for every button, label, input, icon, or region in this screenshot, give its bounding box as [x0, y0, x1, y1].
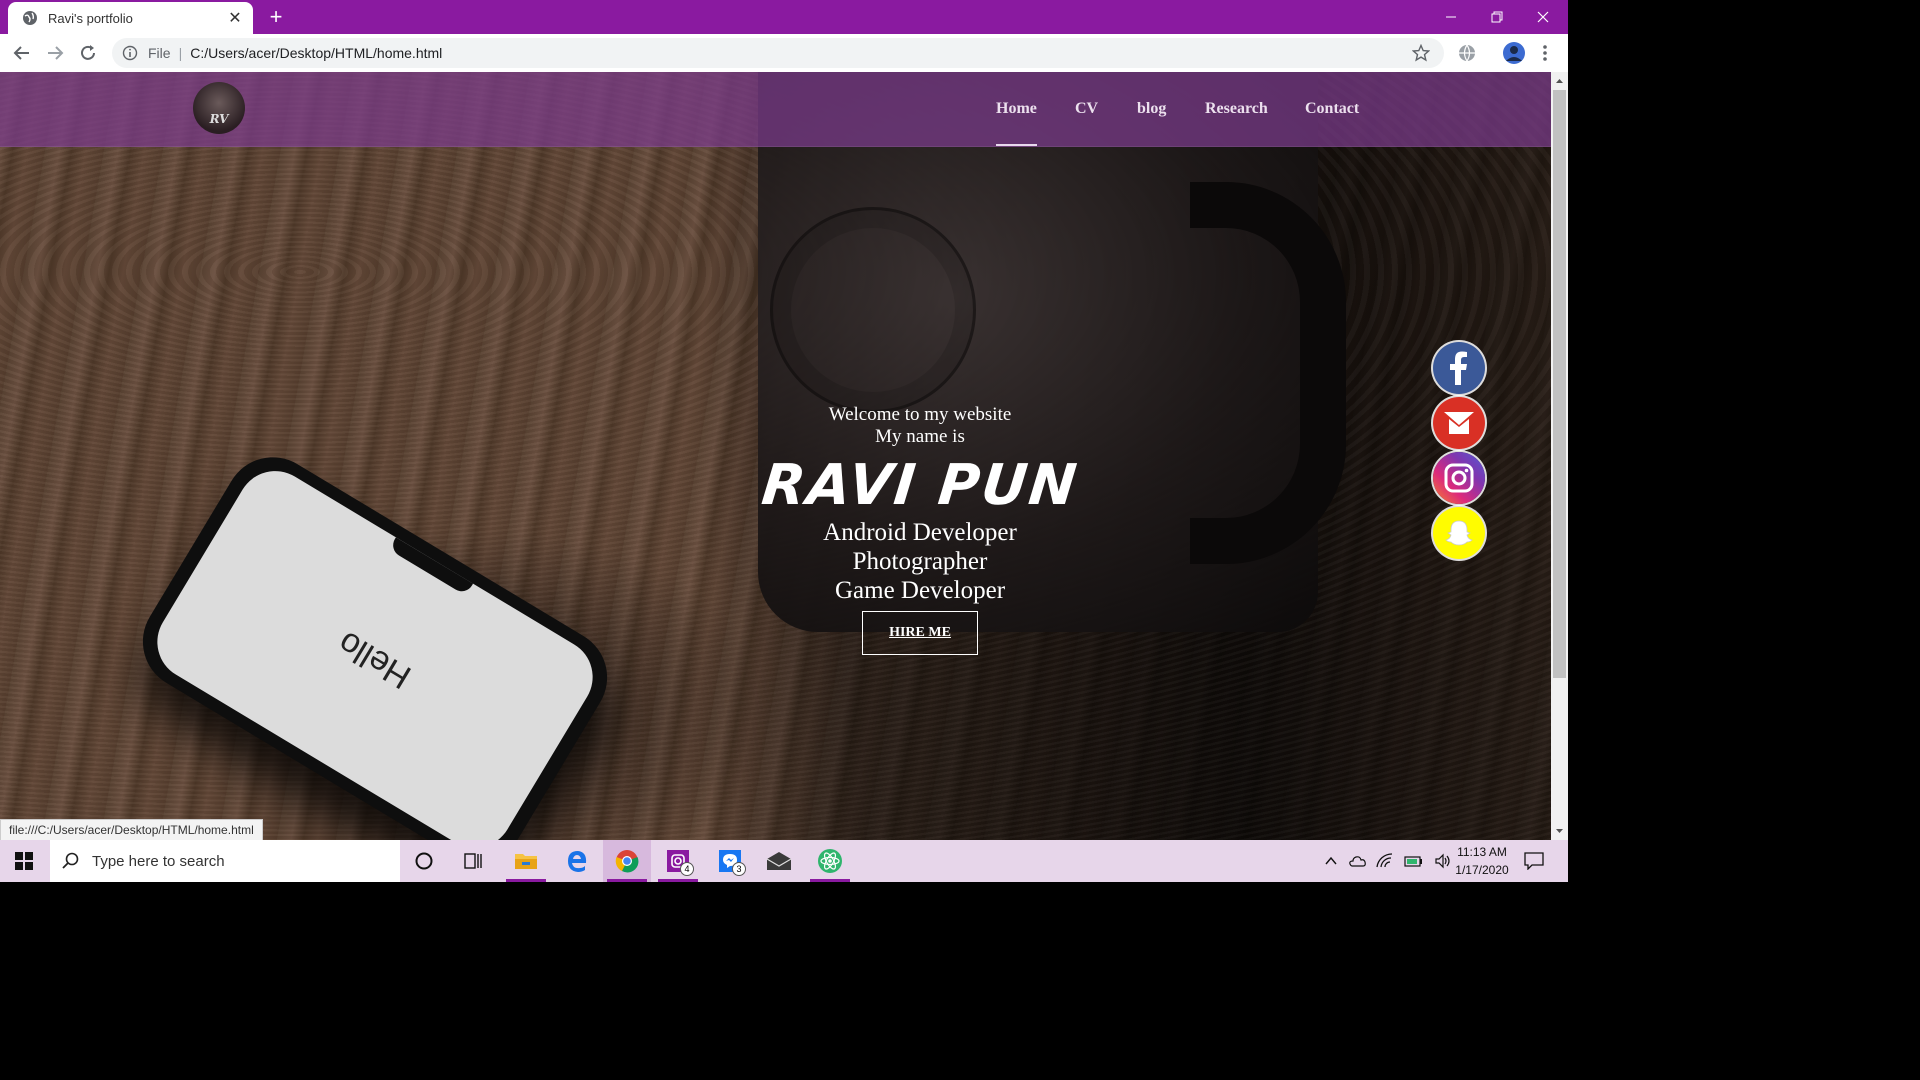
windows-logo-icon	[15, 852, 33, 870]
wifi-icon[interactable]	[1376, 853, 1394, 869]
start-button[interactable]	[0, 840, 48, 882]
instagram-badge: 4	[680, 862, 694, 876]
minimize-icon	[1446, 16, 1456, 18]
chevron-up-icon[interactable]	[1324, 854, 1338, 868]
intro-text: My name is	[875, 426, 965, 447]
scroll-down-icon[interactable]	[1551, 824, 1568, 838]
facebook-icon[interactable]	[1433, 342, 1485, 394]
clock-time: 11:13 AM	[1457, 845, 1507, 859]
restore-icon	[1491, 11, 1503, 23]
chrome-logo-glyph	[615, 850, 639, 873]
role-android: Android Developer	[823, 519, 1017, 546]
hire-me-button[interactable]: HIRE ME	[862, 611, 978, 655]
arrow-left-icon	[13, 46, 29, 60]
close-window-button[interactable]	[1520, 0, 1566, 34]
menu-kebab-icon[interactable]	[1537, 42, 1553, 64]
instagram-app-icon[interactable]: 4	[654, 840, 702, 882]
cortana-icon[interactable]	[400, 840, 448, 882]
gmail-m-glyph	[1433, 397, 1485, 449]
search-placeholder: Type here to search	[92, 852, 225, 870]
nav-blog[interactable]: blog	[1137, 100, 1166, 118]
profile-avatar-icon[interactable]	[1502, 41, 1526, 65]
address-bar[interactable]: File | C:/Users/acer/Desktop/HTML/home.h…	[112, 38, 1444, 68]
url-scheme-label: File	[148, 45, 171, 61]
nav-contact[interactable]: Contact	[1305, 100, 1359, 118]
taskbar-clock[interactable]: 11:13 AM 1/17/2020	[1444, 843, 1520, 879]
snapchat-icon[interactable]	[1433, 507, 1485, 559]
tab-title: Ravi's portfolio	[48, 10, 133, 26]
task-view-glyph	[464, 853, 482, 869]
windows-taskbar: Type here to search 4 3 11:13 AM 1/17/20…	[0, 840, 1568, 882]
reload-button[interactable]	[76, 41, 100, 65]
folder-glyph	[515, 854, 537, 869]
extension-globe-icon[interactable]	[1456, 42, 1478, 64]
action-center-icon[interactable]	[1512, 840, 1556, 882]
instagram-camera-glyph	[1444, 463, 1474, 493]
url-separator: |	[178, 45, 183, 61]
hero-name: RAVI PUN	[758, 453, 1082, 518]
battery-icon[interactable]	[1404, 853, 1424, 869]
forward-button[interactable]	[43, 41, 67, 65]
role-photographer: Photographer	[852, 548, 988, 575]
system-tray	[1324, 840, 1452, 882]
mail-icon[interactable]	[755, 840, 803, 882]
instagram-icon[interactable]	[1433, 452, 1485, 504]
back-button[interactable]	[10, 41, 34, 65]
scrollbar-thumb[interactable]	[1553, 90, 1566, 678]
file-explorer-icon[interactable]	[502, 840, 550, 882]
onedrive-icon[interactable]	[1348, 853, 1366, 869]
status-bar-url: file:///C:/Users/acer/Desktop/HTML/home.…	[0, 819, 263, 841]
restore-button[interactable]	[1474, 0, 1520, 34]
mug-handle	[1190, 182, 1346, 564]
cortana-circle-glyph	[415, 852, 433, 870]
site-header: RV Home CV blog Research Contact	[0, 72, 1551, 147]
gmail-icon[interactable]	[1433, 397, 1485, 449]
bookmark-star-icon[interactable]	[1412, 44, 1430, 62]
messenger-icon[interactable]: 3	[706, 840, 754, 882]
atom-glyph	[818, 849, 842, 873]
reload-icon	[81, 45, 95, 60]
nav-home[interactable]: Home	[996, 100, 1037, 146]
tab-close-icon[interactable]: ✕	[221, 8, 249, 28]
hero-background: Hello RV Home CV blog Research Contact W…	[0, 72, 1551, 840]
minimize-button[interactable]	[1428, 0, 1474, 34]
scroll-up-icon[interactable]	[1551, 74, 1568, 88]
browser-tab[interactable]: Ravi's portfolio ✕	[8, 2, 253, 34]
page-scrollbar[interactable]	[1551, 72, 1568, 840]
globe-icon	[23, 11, 37, 25]
browser-toolbar: File | C:/Users/acer/Desktop/HTML/home.h…	[0, 34, 1568, 73]
edge-e-glyph	[568, 851, 587, 872]
envelope-glyph	[766, 852, 792, 870]
atom-icon[interactable]	[806, 840, 854, 882]
hero-section: Welcome to my website My name is RAVI PU…	[720, 404, 1120, 655]
clock-date: 1/17/2020	[1455, 863, 1509, 877]
logo-text: RV	[209, 112, 229, 126]
welcome-text: Welcome to my website	[828, 404, 1012, 425]
snapchat-ghost-glyph	[1445, 520, 1473, 546]
search-icon	[62, 852, 79, 869]
task-view-icon[interactable]	[449, 840, 497, 882]
arrow-right-icon	[48, 46, 64, 60]
messenger-badge: 3	[732, 862, 746, 876]
taskbar-search-box[interactable]: Type here to search	[50, 840, 400, 882]
info-icon[interactable]	[122, 45, 138, 61]
facebook-f-glyph	[1450, 351, 1467, 385]
role-game-developer: Game Developer	[834, 577, 1006, 604]
close-icon	[1537, 11, 1549, 23]
notification-glyph	[1524, 852, 1544, 870]
url-text[interactable]: C:/Users/acer/Desktop/HTML/home.html	[190, 45, 442, 61]
phone-hello-text: Hello	[331, 623, 418, 697]
mug-stamp	[770, 207, 976, 413]
chrome-icon[interactable]	[603, 840, 651, 882]
edge-icon[interactable]	[553, 840, 601, 882]
site-logo[interactable]: RV	[193, 82, 245, 134]
browser-tab-strip: Ravi's portfolio ✕ +	[0, 0, 1568, 34]
new-tab-button[interactable]: +	[264, 4, 288, 30]
nav-research[interactable]: Research	[1205, 100, 1268, 118]
nav-cv[interactable]: CV	[1075, 100, 1098, 118]
